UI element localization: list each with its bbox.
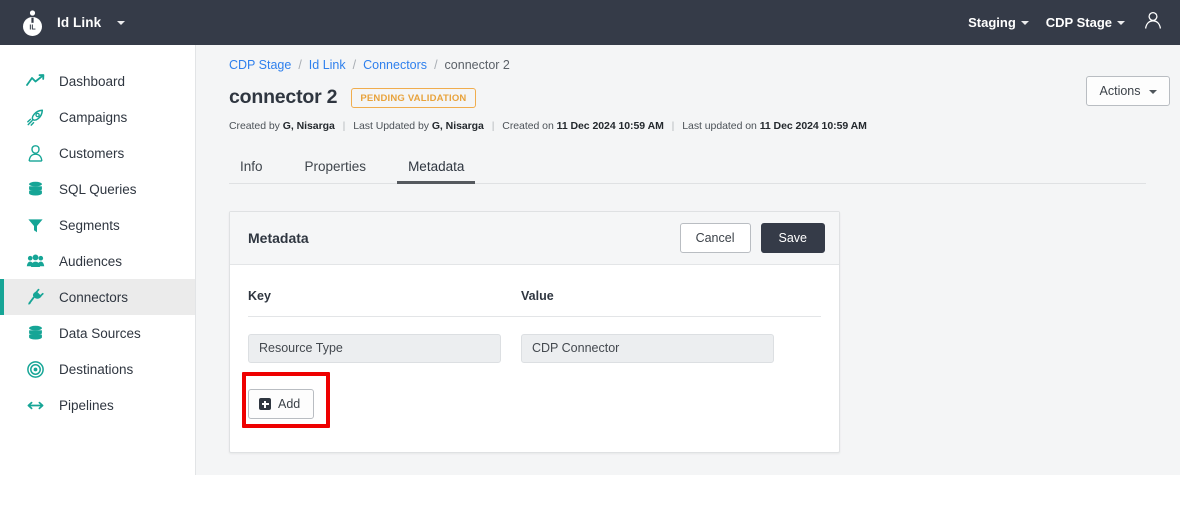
add-button-label: Add [278,397,301,411]
sidebar-item-label: Customers [59,145,125,161]
actions-button-label: Actions [1099,84,1141,98]
workspace-selector[interactable]: CDP Stage [1046,15,1125,30]
database-icon [26,180,45,199]
users-group-icon [26,252,45,271]
sidebar-item-connectors[interactable]: Connectors [0,279,195,315]
arrows-icon [26,396,45,415]
sidebar-item-destinations[interactable]: Destinations [0,351,195,387]
tab-label: Metadata [408,159,465,174]
breadcrumb-item-connectors[interactable]: Connectors [363,58,427,72]
audit-info: Created by G, Nisarga | Last Updated by … [196,109,1180,132]
user-icon [26,144,45,163]
breadcrumb-separator: / [298,58,302,72]
created-by-label: Created by [229,120,280,132]
sidebar-item-label: Campaigns [59,109,128,125]
chevron-down-icon [1149,89,1157,94]
created-on-value: 11 Dec 2024 10:59 AM [556,120,664,132]
svg-text:IL: IL [29,24,36,31]
sidebar-item-campaigns[interactable]: Campaigns [0,99,195,135]
chart-line-icon [26,72,45,91]
metadata-card-body: Key Value Resource Type CDP Connector Ad… [230,265,839,452]
user-avatar-icon[interactable] [1142,9,1164,36]
sidebar-item-segments[interactable]: Segments [0,207,195,243]
top-bar-right: Staging CDP Stage [968,9,1180,36]
actions-button[interactable]: Actions [1085,76,1170,106]
plug-icon [26,288,45,307]
brand-area[interactable]: IL Id Link [0,8,126,38]
breadcrumb: CDP Stage / Id Link / Connectors / conne… [196,45,1180,72]
brand-name: Id Link [57,15,102,30]
save-button[interactable]: Save [760,223,825,253]
metadata-card: Metadata Cancel Save Key Value Resource … [229,211,840,453]
breadcrumb-item-id-link[interactable]: Id Link [309,58,346,72]
add-row-area: Add [242,363,821,452]
column-header-value: Value [521,289,554,303]
created-by-value: G, Nisarga [282,120,335,132]
breadcrumb-current: connector 2 [444,58,510,72]
sidebar-item-dashboard[interactable]: Dashboard [0,63,195,99]
rocket-icon [26,108,45,127]
add-button[interactable]: Add [248,389,315,419]
sidebar: Dashboard Campaigns Customers SQL Querie… [0,45,196,475]
last-updated-by-label: Last Updated by [353,120,429,132]
filter-icon [26,216,45,235]
audit-separator: | [491,120,495,132]
sidebar-item-label: Audiences [59,253,123,269]
status-badge: PENDING VALIDATION [351,87,476,108]
tab-info[interactable]: Info [229,154,274,183]
last-updated-on-label: Last updated on [682,120,757,132]
sidebar-item-label: Data Sources [59,325,141,341]
database-icon [26,324,45,343]
last-updated-by-value: G, Nisarga [431,120,484,132]
sidebar-item-label: Pipelines [59,397,114,413]
sidebar-item-label: Destinations [59,361,134,377]
metadata-card-header: Metadata Cancel Save [230,212,839,265]
tab-label: Info [240,159,263,174]
chevron-down-icon [1117,20,1125,25]
metadata-value-input[interactable]: CDP Connector [521,334,774,363]
sidebar-item-pipelines[interactable]: Pipelines [0,387,195,423]
sidebar-item-label: Dashboard [59,73,126,89]
created-on-label: Created on [502,120,554,132]
top-bar: IL Id Link Staging CDP Stage [0,0,1180,45]
environment-selector[interactable]: Staging [968,15,1029,30]
sidebar-item-label: Segments [59,217,120,233]
tab-properties[interactable]: Properties [294,154,378,183]
environment-label: Staging [968,15,1016,30]
tab-label: Properties [304,159,367,174]
column-header-key: Key [248,289,271,303]
sidebar-item-sql-queries[interactable]: SQL Queries [0,171,195,207]
table-row: Resource Type CDP Connector [248,317,821,363]
breadcrumb-separator: / [434,58,438,72]
page-header: connector 2 PENDING VALIDATION Actions [196,72,1180,109]
sidebar-item-customers[interactable]: Customers [0,135,195,171]
last-updated-on-value: 11 Dec 2024 10:59 AM [759,120,867,132]
audit-separator: | [671,120,675,132]
tab-metadata[interactable]: Metadata [397,154,476,184]
sidebar-item-label: SQL Queries [59,181,137,197]
main-content: CDP Stage / Id Link / Connectors / conne… [196,45,1180,475]
metadata-card-title: Metadata [248,230,309,246]
sidebar-item-label: Connectors [59,289,129,305]
target-icon [26,360,45,379]
id-link-logo-icon: IL [19,8,46,38]
tab-bar: Info Properties Metadata [229,154,1146,184]
breadcrumb-separator: / [352,58,357,72]
cancel-button[interactable]: Cancel [679,223,751,253]
workspace-label: CDP Stage [1045,15,1112,30]
breadcrumb-item-cdp-stage[interactable]: CDP Stage [229,58,291,72]
card-header-actions: Cancel Save [679,223,825,253]
chevron-down-icon [1020,20,1029,25]
plus-square-icon [259,398,271,410]
sidebar-item-data-sources[interactable]: Data Sources [0,315,195,351]
sidebar-item-audiences[interactable]: Audiences [0,243,195,279]
metadata-table-header: Key Value [248,289,821,317]
audit-separator: | [342,120,346,132]
metadata-key-input[interactable]: Resource Type [248,334,501,363]
chevron-down-icon [117,20,126,25]
page-title: connector 2 [229,86,338,108]
